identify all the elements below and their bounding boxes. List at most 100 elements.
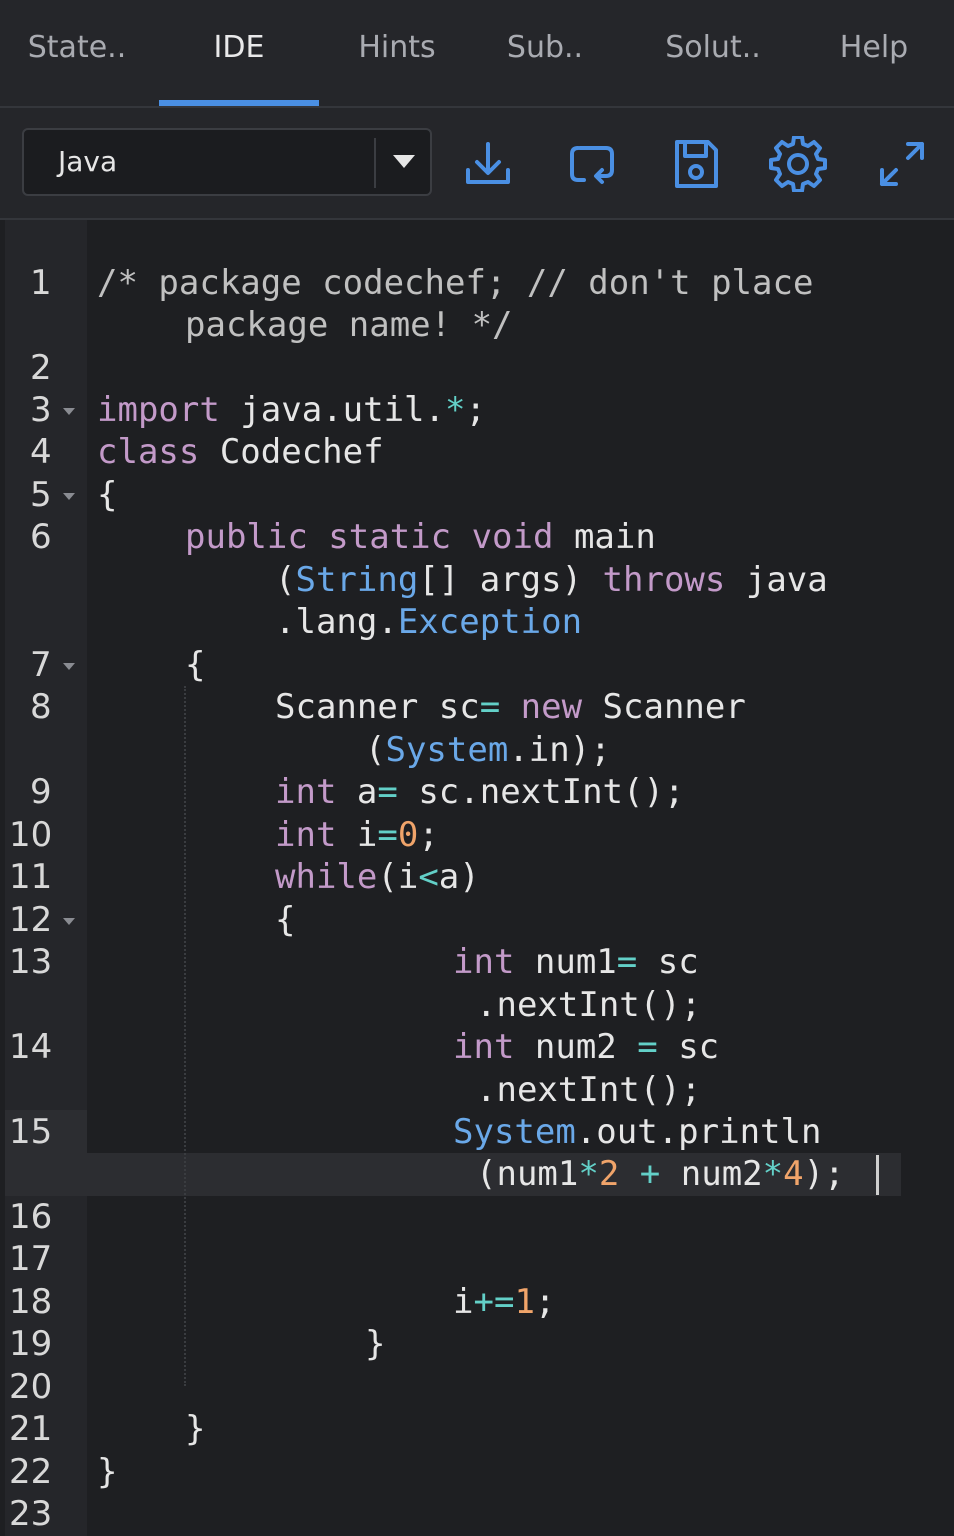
code-token: import bbox=[97, 390, 220, 430]
code-line-5: { bbox=[97, 475, 118, 515]
code-token: int bbox=[453, 942, 515, 982]
active-tab-indicator bbox=[159, 100, 319, 106]
code-token: ; bbox=[418, 815, 439, 855]
line-number: 13 bbox=[9, 942, 53, 982]
tab-help[interactable]: Help bbox=[824, 0, 924, 106]
code-token: ); bbox=[803, 1154, 845, 1194]
code-token: class bbox=[97, 432, 200, 472]
fold-arrow-icon[interactable] bbox=[62, 406, 76, 416]
code-token: 4 bbox=[783, 1154, 804, 1194]
code-token: < bbox=[418, 857, 439, 897]
settings-icon[interactable] bbox=[768, 136, 828, 192]
code-line-3: import java.util.*; bbox=[97, 389, 486, 432]
tab-submissions[interactable]: Sub.. bbox=[490, 0, 600, 106]
language-value: Java bbox=[58, 145, 118, 178]
line-number: 3 bbox=[30, 390, 52, 430]
line-number: 1 bbox=[30, 263, 52, 303]
code-line-6: public static void main bbox=[185, 516, 656, 559]
code-token: = bbox=[616, 942, 638, 982]
code-token: [] args) bbox=[418, 560, 603, 600]
fold-arrow-icon[interactable] bbox=[62, 916, 76, 926]
code-token: main bbox=[553, 517, 656, 557]
code-token: num2 bbox=[680, 1154, 763, 1194]
code-token: public static void bbox=[185, 517, 554, 557]
save-icon[interactable] bbox=[666, 136, 726, 192]
code-line-15-wrap: (num1*2 + num2*4); bbox=[476, 1153, 845, 1196]
code-token: 2 bbox=[598, 1154, 620, 1194]
code-line-11: while(i<a) bbox=[275, 856, 480, 899]
line-number: 22 bbox=[9, 1452, 53, 1492]
download-icon[interactable] bbox=[458, 136, 518, 192]
line-number: 2 bbox=[30, 348, 52, 388]
code-token: (num1 bbox=[476, 1154, 579, 1194]
code-token: num2 bbox=[514, 1027, 638, 1067]
language-select[interactable]: Java bbox=[22, 128, 432, 196]
code-token: (i bbox=[377, 857, 419, 897]
code-line-14-wrap: .nextInt(); bbox=[476, 1070, 702, 1110]
line-number: 14 bbox=[9, 1027, 53, 1067]
code-token: ; bbox=[465, 390, 486, 430]
line-number: 7 bbox=[30, 645, 52, 685]
tab-ide[interactable]: IDE bbox=[159, 0, 319, 106]
fold-arrow-icon[interactable] bbox=[62, 491, 76, 501]
code-token: String bbox=[295, 560, 419, 600]
select-divider bbox=[374, 138, 376, 188]
tab-hints[interactable]: Hints bbox=[340, 0, 454, 106]
code-token: a) bbox=[438, 857, 480, 897]
code-token: = bbox=[377, 815, 398, 855]
code-token: i bbox=[336, 815, 378, 855]
code-token: .lang. bbox=[275, 602, 398, 642]
fold-arrow-icon[interactable] bbox=[62, 661, 76, 671]
code-token: System bbox=[453, 1112, 576, 1152]
code-token: ( bbox=[275, 560, 296, 600]
reset-icon[interactable] bbox=[562, 136, 622, 192]
code-token: + bbox=[619, 1154, 681, 1194]
code-token: num1 bbox=[514, 942, 617, 982]
code-token: 0 bbox=[397, 815, 419, 855]
code-token: new bbox=[500, 687, 583, 727]
line-number: 16 bbox=[9, 1197, 53, 1237]
tab-solutions[interactable]: Solut.. bbox=[648, 0, 778, 106]
line-number: 11 bbox=[9, 857, 53, 897]
code-line-19: } bbox=[365, 1324, 386, 1364]
text-cursor bbox=[876, 1155, 879, 1195]
code-line-15: System.out.println bbox=[453, 1111, 821, 1154]
code-token: 1 bbox=[514, 1282, 535, 1322]
code-token: int bbox=[453, 1027, 515, 1067]
code-token: a bbox=[336, 772, 378, 812]
code-token: .in); bbox=[508, 730, 611, 770]
code-token: * bbox=[762, 1154, 784, 1194]
line-number: 6 bbox=[30, 517, 52, 557]
code-token: sc bbox=[657, 1027, 720, 1067]
line-number: 15 bbox=[9, 1112, 53, 1152]
line-number: 18 bbox=[9, 1282, 53, 1322]
code-token: * bbox=[578, 1154, 599, 1194]
line-number: 8 bbox=[30, 687, 52, 727]
line-number: 12 bbox=[9, 900, 53, 940]
code-line-6-wrap2: .lang.Exception bbox=[275, 601, 582, 644]
line-number: 19 bbox=[9, 1324, 53, 1364]
line-number: 5 bbox=[30, 475, 52, 515]
fullscreen-icon[interactable] bbox=[872, 136, 932, 192]
tab-bar: State.. IDE Hints Sub.. Solut.. Help bbox=[0, 0, 954, 108]
code-token: java bbox=[725, 560, 828, 600]
code-token: int bbox=[275, 815, 337, 855]
code-token: * bbox=[445, 390, 466, 430]
line-number: 20 bbox=[9, 1367, 53, 1407]
code-token: System bbox=[385, 730, 509, 770]
code-token: ; bbox=[534, 1282, 556, 1322]
code-token: = bbox=[377, 772, 398, 812]
line-number: 23 bbox=[9, 1494, 53, 1534]
tab-statement[interactable]: State.. bbox=[14, 0, 140, 106]
code-token: int bbox=[275, 772, 337, 812]
code-token: += bbox=[473, 1282, 515, 1322]
code-line-10: int i=0; bbox=[275, 814, 439, 857]
code-editor[interactable]: 1 2 3 4 5 6 7 8 9 10 11 12 13 14 15 16 1… bbox=[0, 220, 954, 1536]
code-line-22: } bbox=[97, 1452, 118, 1492]
line-number: 10 bbox=[9, 815, 53, 855]
code-line-18: i+=1; bbox=[453, 1281, 555, 1324]
editor-toolbar: Java bbox=[0, 108, 954, 220]
line-number: 17 bbox=[9, 1239, 53, 1279]
code-line-7: { bbox=[185, 645, 206, 685]
code-token: Scanner bbox=[582, 687, 746, 727]
